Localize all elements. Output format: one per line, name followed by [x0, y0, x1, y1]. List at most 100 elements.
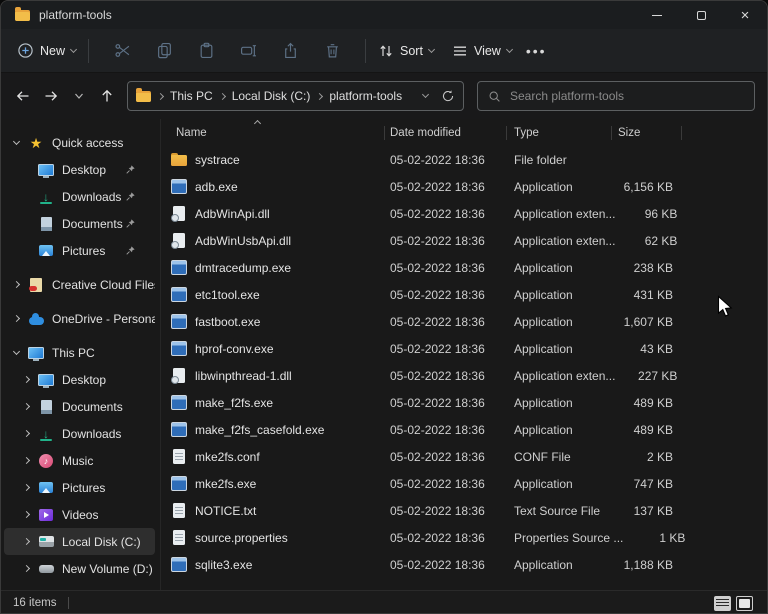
file-row[interactable]: AdbWinUsbApi.dll 05-02-2022 18:36 Applic… [161, 227, 767, 254]
new-volume-icon [38, 561, 54, 577]
search-input[interactable] [510, 89, 744, 103]
file-row[interactable]: AdbWinApi.dll 05-02-2022 18:36 Applicati… [161, 200, 767, 227]
rename-button[interactable] [227, 42, 269, 59]
sidebar-item-documents[interactable]: Documents [4, 210, 155, 237]
sidebar-item-music[interactable]: Music [4, 447, 155, 474]
sidebar-group-header[interactable]: Quick access [4, 129, 155, 156]
column-header-size[interactable]: Size [611, 120, 673, 146]
chevron-icon[interactable] [12, 137, 19, 144]
chevron-right-icon[interactable] [22, 511, 29, 518]
sidebar-group-header[interactable]: Creative Cloud Files [4, 271, 155, 298]
file-date-modified: 05-02-2022 18:36 [384, 504, 506, 518]
chevron-icon[interactable] [12, 281, 19, 288]
sidebar-item-label: Desktop [62, 373, 106, 387]
refresh-icon[interactable] [441, 89, 455, 103]
column-header-name[interactable]: Name [161, 120, 384, 146]
column-divider[interactable] [611, 126, 612, 140]
app-icon [171, 557, 187, 573]
chevron-right-icon[interactable] [22, 484, 29, 491]
file-row[interactable]: mke2fs.conf 05-02-2022 18:36 CONF File 2… [161, 443, 767, 470]
file-row[interactable]: NOTICE.txt 05-02-2022 18:36 Text Source … [161, 497, 767, 524]
file-row[interactable]: mke2fs.exe 05-02-2022 18:36 Application … [161, 470, 767, 497]
sidebar-item-downloads[interactable]: Downloads [4, 183, 155, 210]
delete-button[interactable] [311, 42, 353, 59]
sidebar-group: OneDrive - Persona [1, 305, 160, 332]
maximize-button[interactable] [679, 1, 723, 29]
chevron-right-icon[interactable] [22, 565, 29, 572]
chevron-icon[interactable] [12, 347, 19, 354]
sidebar-group-header[interactable]: This PC [4, 339, 155, 366]
back-button[interactable] [9, 82, 37, 110]
chevron-right-icon[interactable] [22, 457, 29, 464]
forward-button[interactable] [37, 82, 65, 110]
sidebar-item-local-disk-c-[interactable]: Local Disk (C:) [4, 528, 155, 555]
file-row[interactable]: libwinpthread-1.dll 05-02-2022 18:36 App… [161, 362, 767, 389]
file-row[interactable]: hprof-conv.exe 05-02-2022 18:36 Applicat… [161, 335, 767, 362]
sidebar-item-downloads[interactable]: Downloads [4, 420, 155, 447]
file-size: 431 KB [611, 288, 673, 302]
share-button[interactable] [269, 42, 311, 59]
search-box[interactable] [477, 81, 755, 111]
sidebar-item-new-volume-d-[interactable]: New Volume (D:) [4, 555, 155, 582]
breadcrumb-this-pc[interactable]: This PC [170, 89, 213, 103]
breadcrumb-local-disk[interactable]: Local Disk (C:) [232, 89, 311, 103]
recent-locations-button[interactable] [65, 82, 93, 110]
sidebar-item-videos[interactable]: Videos [4, 501, 155, 528]
file-size: 227 KB [615, 369, 677, 383]
chevron-right-icon[interactable] [22, 430, 29, 437]
file-row[interactable]: adb.exe 05-02-2022 18:36 Application 6,1… [161, 173, 767, 200]
new-button[interactable]: New [17, 42, 76, 59]
sidebar-item-pictures[interactable]: Pictures [4, 474, 155, 501]
file-row[interactable]: fastboot.exe 05-02-2022 18:36 Applicatio… [161, 308, 767, 335]
up-button[interactable] [93, 82, 121, 110]
file-date-modified: 05-02-2022 18:36 [384, 315, 506, 329]
chevron-right-icon[interactable] [22, 403, 29, 410]
column-divider[interactable] [384, 126, 385, 140]
paste-button[interactable] [185, 42, 227, 59]
file-name-cell: mke2fs.exe [161, 476, 384, 492]
dll-icon [171, 206, 187, 222]
file-row[interactable]: systrace 05-02-2022 18:36 File folder [161, 146, 767, 173]
large-thumbnails-view-button[interactable] [736, 596, 753, 611]
file-row[interactable]: source.properties 05-02-2022 18:36 Prope… [161, 524, 767, 551]
file-name-cell: etc1tool.exe [161, 287, 384, 303]
file-type: Text Source File [506, 504, 611, 518]
sidebar-item-desktop[interactable]: Desktop [4, 366, 155, 393]
file-row[interactable]: make_f2fs_casefold.exe 05-02-2022 18:36 … [161, 416, 767, 443]
column-header-date-modified[interactable]: Date modified [384, 120, 506, 146]
column-divider[interactable] [506, 126, 507, 140]
more-options-button[interactable]: ••• [526, 43, 547, 59]
close-button[interactable]: × [723, 1, 767, 29]
chevron-right-icon[interactable] [22, 538, 29, 545]
sidebar-group-header[interactable]: OneDrive - Persona [4, 305, 155, 332]
close-icon: × [741, 8, 750, 23]
file-row[interactable]: sqlite3.exe 05-02-2022 18:36 Application… [161, 551, 767, 578]
file-row[interactable]: dmtracedump.exe 05-02-2022 18:36 Applica… [161, 254, 767, 281]
chevron-icon[interactable] [12, 315, 19, 322]
sort-button[interactable]: Sort [378, 43, 434, 59]
sidebar-item-label: Pictures [62, 244, 105, 258]
view-button[interactable]: View [452, 43, 512, 59]
sidebar-item-documents[interactable]: Documents [4, 393, 155, 420]
chevron-right-icon[interactable] [22, 376, 29, 383]
details-view-button[interactable] [714, 596, 731, 611]
pin-icon [125, 164, 136, 175]
file-date-modified: 05-02-2022 18:36 [384, 423, 506, 437]
address-dropdown-chevron-icon[interactable] [422, 91, 429, 98]
minimize-button[interactable] [635, 1, 679, 29]
sidebar-item-pictures[interactable]: Pictures [4, 237, 155, 264]
sidebar-item-desktop[interactable]: Desktop [4, 156, 155, 183]
column-divider[interactable] [681, 126, 682, 140]
sidebar-item-label: Music [62, 454, 93, 468]
column-header-type[interactable]: Type [506, 120, 611, 146]
copy-button[interactable] [143, 42, 185, 59]
address-bar[interactable]: This PC Local Disk (C:) platform-tools [127, 81, 464, 111]
breadcrumb-platform-tools[interactable]: platform-tools [329, 89, 402, 103]
sidebar-group-children: Desktop Documents Downloads [1, 366, 160, 582]
sidebar-group-label: This PC [52, 346, 95, 360]
cut-button[interactable] [101, 42, 143, 59]
file-row[interactable]: make_f2fs.exe 05-02-2022 18:36 Applicati… [161, 389, 767, 416]
file-row[interactable]: etc1tool.exe 05-02-2022 18:36 Applicatio… [161, 281, 767, 308]
desktop-icon [38, 162, 54, 178]
file-name-cell: libwinpthread-1.dll [161, 368, 384, 384]
